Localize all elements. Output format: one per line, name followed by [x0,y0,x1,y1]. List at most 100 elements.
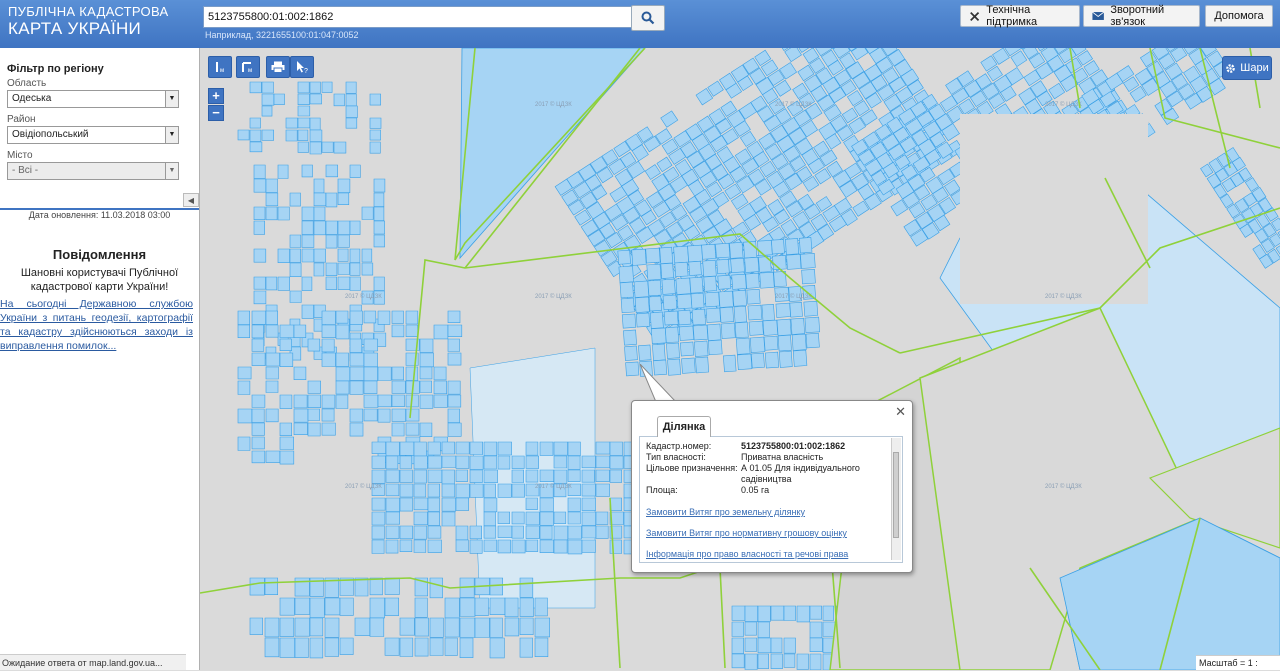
parcel[interactable] [512,540,525,553]
parcel[interactable] [254,207,265,220]
parcel[interactable] [428,442,440,455]
parcel[interactable] [498,456,510,469]
parcel[interactable] [374,207,384,221]
parcel[interactable] [238,381,250,395]
map-canvas[interactable]: 2017 © ЦДЗК2017 © ЦДЗК2017 © ЦДЗК2017 © … [200,48,1280,670]
parcel[interactable] [414,498,428,510]
parcel[interactable] [266,325,278,337]
parcel[interactable] [280,339,292,351]
parcel[interactable] [310,118,320,130]
parcel[interactable] [238,409,252,423]
print-button[interactable] [266,56,290,78]
parcel[interactable] [745,654,757,670]
parcel[interactable] [302,165,313,177]
parcel[interactable] [745,606,758,622]
parcel[interactable] [372,442,386,454]
parcel[interactable] [765,352,779,368]
order-valuation-link[interactable]: Замовити Витяг про нормативну грошову оц… [646,528,847,538]
parcel[interactable] [338,249,348,261]
parcel[interactable] [302,207,314,220]
parcel[interactable] [326,235,337,248]
parcel[interactable] [254,277,266,289]
parcel[interactable] [758,606,770,622]
parcel[interactable] [336,311,348,323]
parcel[interactable] [310,130,322,142]
parcel[interactable] [350,381,363,394]
parcel[interactable] [338,179,350,193]
parcel[interactable] [266,381,278,393]
parcel[interactable] [250,578,264,595]
measure-area-button[interactable]: м [236,56,260,78]
parcel[interactable] [295,598,310,614]
parcel[interactable] [823,606,834,620]
parcel[interactable] [314,207,325,220]
parcel[interactable] [434,381,447,394]
parcel[interactable] [540,470,554,482]
parcel[interactable] [758,654,769,669]
parcel[interactable] [554,442,568,455]
parcel[interactable] [520,578,533,597]
parcel[interactable] [448,353,461,365]
parcel[interactable] [336,367,350,381]
parcel[interactable] [688,245,703,262]
parcel[interactable] [490,578,503,595]
parcel[interactable] [708,340,722,355]
parcel[interactable] [262,130,274,140]
parcel[interactable] [414,540,426,553]
parcel[interactable] [456,442,469,454]
parcel[interactable] [336,325,349,339]
parcel[interactable] [610,540,622,554]
parcel[interactable] [810,606,822,619]
parcel[interactable] [372,498,385,510]
parcel[interactable] [448,423,461,436]
parcel[interactable] [278,165,288,179]
parcel[interactable] [370,118,381,128]
parcel[interactable] [290,291,301,303]
parcel[interactable] [414,456,427,469]
parcel[interactable] [370,94,381,105]
parcel[interactable] [723,355,736,372]
parcel[interactable] [266,367,278,379]
parcel[interactable] [470,540,482,553]
parcel[interactable] [484,456,496,469]
parcel[interactable] [717,259,730,274]
parcel[interactable] [806,333,819,348]
parcel[interactable] [314,193,326,206]
parcel[interactable] [310,82,321,93]
parcel[interactable] [660,247,673,264]
parcel[interactable] [665,327,679,343]
parcel[interactable] [266,311,278,325]
parcel[interactable] [280,395,292,409]
parcel[interactable] [646,248,661,263]
parcel[interactable] [554,512,566,524]
parcel[interactable] [386,470,399,482]
parcel[interactable] [512,470,524,483]
parcel[interactable] [310,142,321,154]
parcel[interactable] [250,82,261,93]
parcel[interactable] [325,598,340,615]
parcel[interactable] [310,598,324,618]
parcel[interactable] [490,618,502,638]
parcel[interactable] [326,221,338,234]
parcel[interactable] [675,262,688,277]
collapse-sidebar-button[interactable]: ◀ [183,193,199,207]
parcel[interactable] [372,470,385,483]
parcel[interactable] [702,244,716,259]
parcel[interactable] [310,618,323,636]
parcel[interactable] [776,303,791,317]
parcel[interactable] [762,304,775,321]
parcel[interactable] [250,618,263,635]
parcel[interactable] [535,618,550,637]
parcel[interactable] [498,442,512,455]
parcel[interactable] [442,512,455,526]
parcel[interactable] [420,353,434,367]
parcel[interactable] [322,142,333,152]
parcel[interactable] [290,263,301,277]
parcel[interactable] [792,334,806,350]
parcel[interactable] [596,484,610,496]
parcel[interactable] [445,618,459,637]
parcel[interactable] [400,470,413,482]
notice-link[interactable]: На сьогодні Державною службою України з … [0,297,193,353]
parcel[interactable] [810,622,822,638]
parcel[interactable] [280,598,294,615]
